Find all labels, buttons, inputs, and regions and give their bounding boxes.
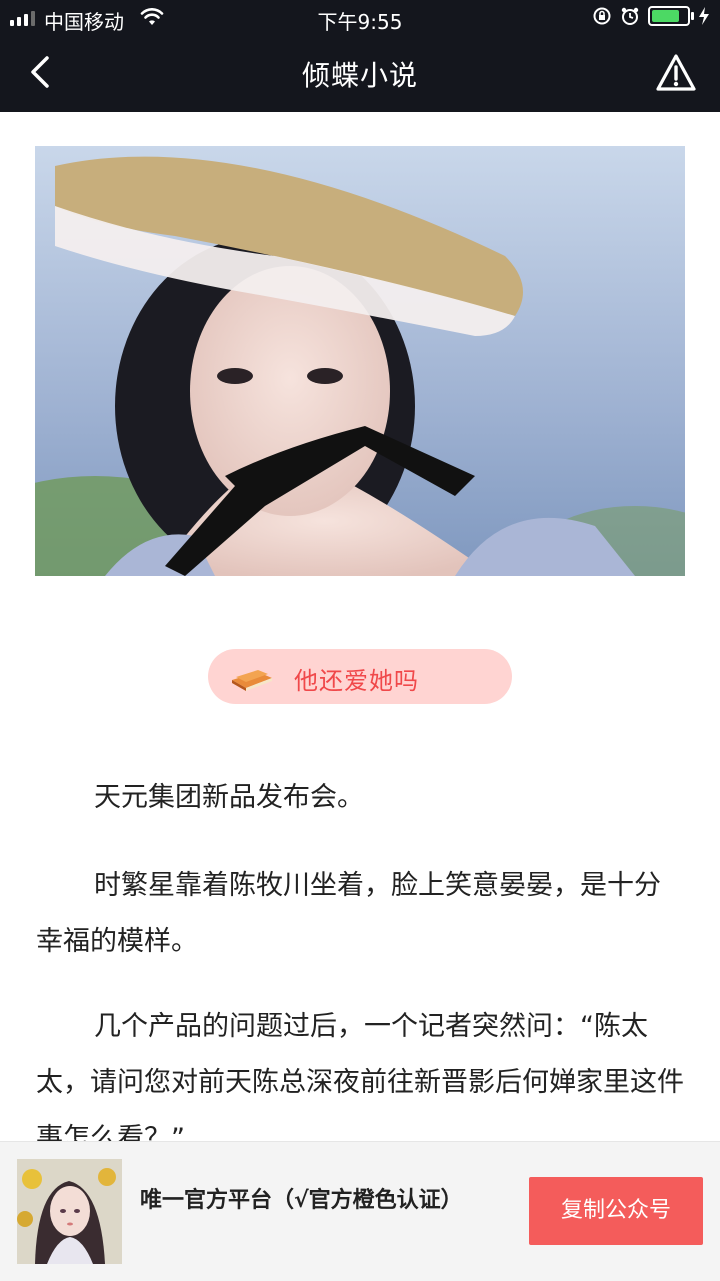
status-bar: 中国移动 下午9:55 <box>0 0 720 36</box>
chapter-title: 他还爱她吗 <box>294 667 419 695</box>
cover-photo <box>35 146 685 576</box>
battery-icon <box>648 6 694 26</box>
nav-bar: 倾蝶小说 <box>0 36 720 112</box>
alarm-icon <box>621 7 639 25</box>
charging-icon <box>699 7 709 25</box>
paragraph: 时繁星靠着陈牧川坐着，脸上笑意晏晏，是十分幸福的模样。 <box>36 870 661 957</box>
paragraph: 天元集团新品发布会。 <box>94 782 364 813</box>
official-platform-text: 唯一官方平台（√官方橙色认证） <box>140 1188 463 1213</box>
copy-account-button[interactable]: 复制公众号 <box>529 1177 703 1245</box>
report-warning-icon[interactable] <box>654 52 698 94</box>
official-avatar <box>17 1159 122 1264</box>
rotation-lock-icon <box>593 7 611 25</box>
chapter-title-pill: 他还爱她吗 <box>208 649 512 704</box>
book-icon <box>232 670 272 691</box>
page-title: 倾蝶小说 <box>301 59 418 92</box>
bottom-promo-bar: 唯一官方平台（√官方橙色认证） 复制公众号 <box>0 1141 720 1281</box>
